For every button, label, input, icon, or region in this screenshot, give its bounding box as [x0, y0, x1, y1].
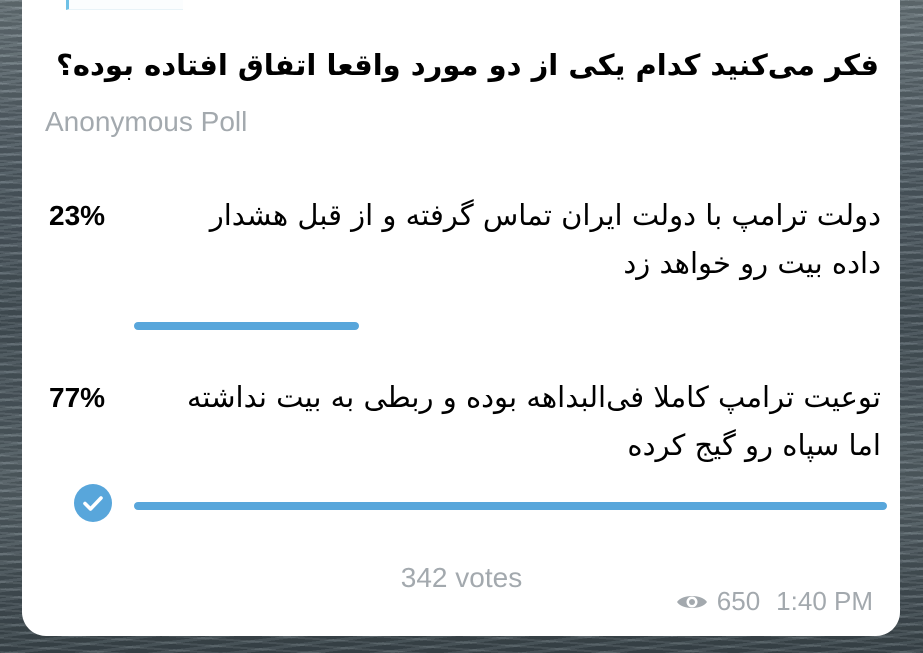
- poll-option-2-bar: [134, 502, 887, 510]
- poll-option-1-text: دولت ترامپ با دولت ایران تماس گرفته و از…: [209, 198, 881, 280]
- poll-type-label: Anonymous Poll: [45, 106, 248, 137]
- message-meta: 650 1:40 PM: [675, 586, 873, 617]
- poll-option-2-percent: 77%: [49, 382, 106, 413]
- view-count: 650: [716, 586, 761, 616]
- message-time: 1:40 PM: [776, 586, 873, 616]
- poll-option-1-bar-fill: [134, 322, 359, 330]
- poll-option-1-percent: 23%: [49, 200, 106, 231]
- check-circle-icon: [74, 484, 112, 522]
- poll-message-bubble: [22, 0, 900, 636]
- poll-option-2-bar-fill: [134, 502, 887, 510]
- poll-option-1-bar: [134, 322, 887, 330]
- poll-option-2-text: توعیت ترامپ کاملا فی‌البداهه بوده و ربطی…: [186, 380, 881, 462]
- poll-question: فکر می‌کنید کدام یکی از دو مورد واقعا ات…: [56, 48, 879, 82]
- forwarded-header-strip: [66, 0, 183, 10]
- eye-icon: [676, 595, 707, 608]
